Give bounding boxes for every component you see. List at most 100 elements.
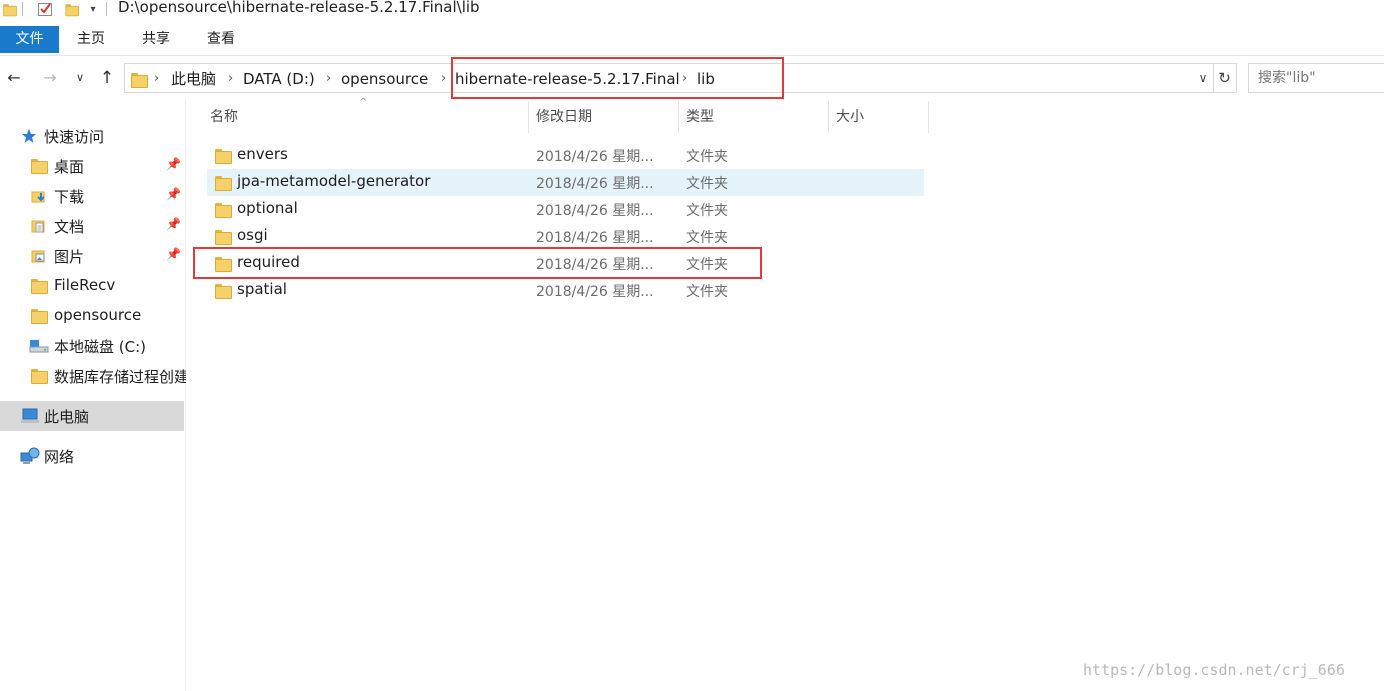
sidebar-item-pictures[interactable]: 图片 📌 bbox=[0, 241, 186, 271]
title-bar: ▾ D:\opensource\hibernate-release-5.2.17… bbox=[0, 0, 1384, 26]
drive-icon bbox=[29, 340, 49, 353]
navigation-pane: 快速访问 桌面 📌 下载 📌 文档 📌 图片 📌 FileRecv openso… bbox=[0, 99, 186, 691]
file-name: spatial bbox=[237, 280, 287, 298]
breadcrumb-hibernate-release[interactable]: hibernate-release-5.2.17.Final bbox=[455, 68, 680, 90]
breadcrumb-opensource[interactable]: opensource bbox=[341, 68, 428, 90]
folder-icon bbox=[215, 176, 232, 191]
sidebar-item-label: FileRecv bbox=[54, 276, 116, 294]
new-folder-icon[interactable] bbox=[64, 0, 79, 18]
documents-folder-icon bbox=[31, 220, 45, 233]
properties-icon[interactable] bbox=[36, 0, 54, 18]
breadcrumb-data-drive[interactable]: DATA (D:) bbox=[243, 68, 315, 90]
file-row-envers[interactable]: envers 2018/4/26 星期... 文件夹 bbox=[207, 142, 924, 169]
breadcrumb-lib[interactable]: lib bbox=[697, 68, 715, 90]
forward-arrow-icon[interactable]: → bbox=[38, 65, 62, 91]
sidebar-item-label: 快速访问 bbox=[44, 128, 105, 146]
folder-icon bbox=[31, 279, 48, 294]
sidebar-item-db-procedure[interactable]: 数据库存储过程创建 bbox=[0, 361, 186, 391]
sidebar-item-documents[interactable]: 文档 📌 bbox=[0, 211, 186, 241]
back-arrow-icon[interactable]: ← bbox=[2, 65, 26, 91]
tab-share[interactable]: 共享 bbox=[131, 26, 181, 53]
tab-home[interactable]: 主页 bbox=[66, 26, 116, 53]
pin-icon[interactable]: 📌 bbox=[166, 187, 181, 201]
folder-icon[interactable] bbox=[2, 0, 17, 18]
file-row-required[interactable]: required 2018/4/26 星期... 文件夹 bbox=[207, 250, 924, 277]
sidebar-item-label: 桌面 bbox=[54, 158, 85, 176]
chevron-right-icon[interactable]: › bbox=[228, 68, 233, 90]
file-type: 文件夹 bbox=[686, 176, 728, 192]
column-header-date[interactable]: 修改日期 bbox=[536, 101, 678, 133]
window-title: D:\opensource\hibernate-release-5.2.17.F… bbox=[118, 0, 480, 16]
address-history-chevron-down-icon[interactable]: ∨ bbox=[1192, 63, 1214, 93]
address-bar[interactable]: › 此电脑 › DATA (D:) › opensource › hiberna… bbox=[124, 63, 1214, 93]
sidebar-item-label: 本地磁盘 (C:) bbox=[54, 338, 146, 356]
sidebar-item-desktop[interactable]: 桌面 📌 bbox=[0, 151, 186, 181]
file-row-optional[interactable]: optional 2018/4/26 星期... 文件夹 bbox=[207, 196, 924, 223]
file-name: jpa-metamodel-generator bbox=[237, 172, 431, 190]
column-header-name[interactable]: 名称 bbox=[210, 101, 528, 133]
sidebar-item-local-disk-c[interactable]: 本地磁盘 (C:) bbox=[0, 331, 186, 361]
column-divider[interactable] bbox=[828, 101, 829, 133]
recent-chevron-down-icon[interactable]: ∨ bbox=[72, 65, 88, 91]
chevron-right-icon[interactable]: › bbox=[154, 68, 159, 90]
column-header-size[interactable]: 大小 bbox=[836, 101, 928, 133]
sidebar-item-downloads[interactable]: 下载 📌 bbox=[0, 181, 186, 211]
chevron-right-icon[interactable]: › bbox=[441, 68, 446, 90]
sidebar-item-network[interactable]: 网络 bbox=[0, 441, 186, 471]
sidebar-item-quick-access[interactable]: 快速访问 bbox=[0, 121, 186, 151]
sidebar-item-opensource[interactable]: opensource bbox=[0, 301, 186, 331]
column-divider[interactable] bbox=[528, 101, 529, 133]
sidebar-item-label: 文档 bbox=[54, 218, 85, 236]
network-icon bbox=[20, 447, 40, 464]
search-input[interactable] bbox=[1248, 63, 1384, 93]
file-date: 2018/4/26 星期... bbox=[536, 176, 654, 192]
up-arrow-icon[interactable]: ↑ bbox=[95, 65, 119, 91]
file-row-osgi[interactable]: osgi 2018/4/26 星期... 文件夹 bbox=[207, 223, 924, 250]
sidebar-item-label: 下载 bbox=[54, 188, 85, 206]
desktop-folder-icon bbox=[31, 159, 48, 174]
navigation-bar: ← → ∨ ↑ › 此电脑 › DATA (D:) › opensource ›… bbox=[0, 57, 1384, 99]
file-type: 文件夹 bbox=[686, 284, 728, 300]
download-folder-icon bbox=[31, 191, 45, 203]
pin-icon[interactable]: 📌 bbox=[166, 157, 181, 171]
file-date: 2018/4/26 星期... bbox=[536, 203, 654, 219]
column-header-type[interactable]: 类型 bbox=[686, 101, 828, 133]
breadcrumb-this-pc[interactable]: 此电脑 bbox=[171, 68, 216, 90]
computer-icon bbox=[21, 408, 39, 423]
file-list: ^ 名称 修改日期 类型 大小 envers 2018/4/26 星期... 文… bbox=[187, 97, 1384, 691]
column-divider[interactable] bbox=[928, 101, 929, 133]
pin-icon[interactable]: 📌 bbox=[166, 247, 181, 261]
sidebar-item-label: 网络 bbox=[44, 448, 75, 466]
folder-icon bbox=[215, 203, 232, 218]
sidebar-item-filerecv[interactable]: FileRecv bbox=[0, 271, 186, 301]
chevron-right-icon[interactable]: › bbox=[326, 68, 331, 90]
chevron-right-icon[interactable]: › bbox=[682, 68, 687, 90]
pictures-folder-icon bbox=[31, 250, 45, 263]
tab-file[interactable]: 文件 bbox=[0, 26, 59, 53]
file-type: 文件夹 bbox=[686, 149, 728, 165]
file-name: optional bbox=[237, 199, 298, 217]
pin-icon[interactable]: 📌 bbox=[166, 217, 181, 231]
file-row-jpa-metamodel-generator[interactable]: jpa-metamodel-generator 2018/4/26 星期... … bbox=[207, 169, 924, 196]
file-type: 文件夹 bbox=[686, 230, 728, 246]
folder-icon bbox=[31, 369, 48, 384]
divider bbox=[106, 2, 107, 16]
divider bbox=[22, 2, 23, 16]
file-date: 2018/4/26 星期... bbox=[536, 284, 654, 300]
folder-icon bbox=[215, 257, 232, 272]
file-type: 文件夹 bbox=[686, 203, 728, 219]
column-divider[interactable] bbox=[678, 101, 679, 133]
sidebar-item-label: 此电脑 bbox=[44, 408, 90, 426]
refresh-icon[interactable]: ↻ bbox=[1213, 63, 1237, 93]
sidebar-item-label: 图片 bbox=[54, 248, 85, 266]
tab-view[interactable]: 查看 bbox=[196, 26, 246, 53]
file-type: 文件夹 bbox=[686, 257, 728, 273]
file-row-spatial[interactable]: spatial 2018/4/26 星期... 文件夹 bbox=[207, 277, 924, 304]
file-name: osgi bbox=[237, 226, 268, 244]
customize-chevron-icon[interactable]: ▾ bbox=[86, 0, 100, 18]
sidebar-item-this-pc[interactable]: 此电脑 bbox=[0, 401, 184, 431]
location-folder-icon bbox=[131, 73, 148, 88]
folder-icon bbox=[215, 284, 232, 299]
star-icon bbox=[22, 129, 36, 143]
watermark: https://blog.csdn.net/crj_666 bbox=[1083, 661, 1345, 679]
